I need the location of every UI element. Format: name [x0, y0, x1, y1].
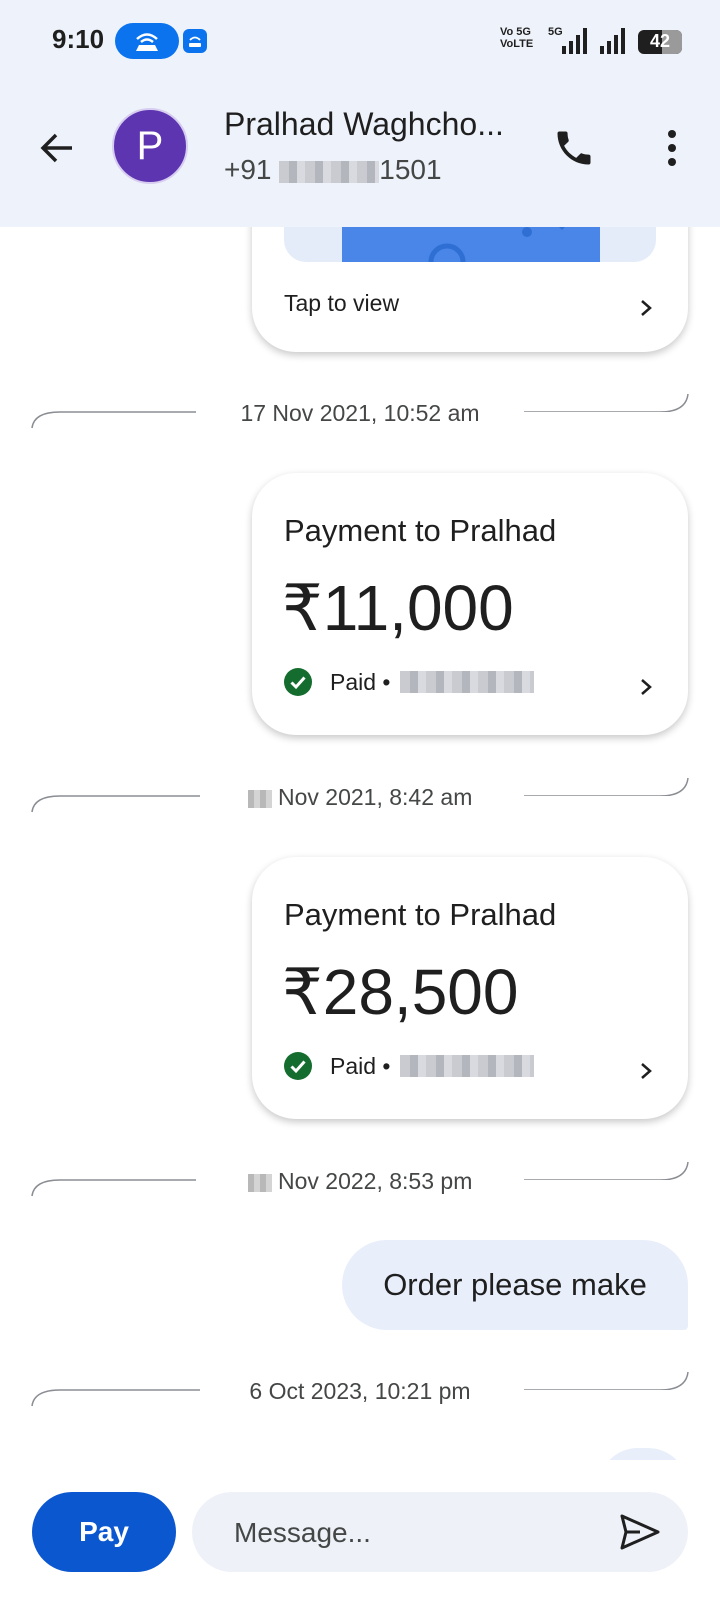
chevron-right-icon [641, 679, 652, 695]
more-vert-icon[interactable] [654, 126, 690, 170]
payment-title: Payment to Pralhad [284, 513, 557, 548]
phone-icon[interactable] [552, 126, 596, 170]
redacted-account [400, 671, 535, 693]
contact-phone: +91 1501 [224, 154, 442, 185]
message-bubble[interactable]: Order please make [342, 1240, 688, 1330]
hotspot-icon [115, 23, 179, 59]
redacted-day [247, 789, 272, 808]
network-type: Vo 5G VoLTE [500, 26, 534, 50]
contact-name[interactable]: Pralhad Waghcho... [224, 106, 504, 143]
battery-icon: 42 [638, 30, 682, 54]
redacted-account [400, 1055, 535, 1077]
date-separator: 6 Oct 2023, 10:21 pm [30, 1370, 690, 1410]
date-separator: Nov 2022, 8:53 pm [30, 1160, 690, 1200]
paid-label: Paid • [330, 668, 391, 695]
payment-card[interactable]: Payment to Pralhad ₹11,000 Paid • [252, 473, 688, 735]
payment-status: Paid • [284, 667, 535, 697]
redacted-day [247, 1173, 272, 1192]
router-icon [183, 29, 207, 53]
payment-title: Payment to Pralhad [284, 897, 557, 932]
paid-label: Paid • [330, 1052, 391, 1079]
check-circle-icon [284, 668, 312, 696]
check-circle-icon [284, 1052, 312, 1080]
date-separator: Nov 2021, 8:42 am [30, 776, 690, 816]
app-header: 9:10 Vo 5G VoLTE 5G 42 P Pralhad Waghcho… [0, 0, 720, 227]
payment-card[interactable]: Payment to Pralhad ₹28,500 Paid • [252, 857, 688, 1119]
network-5g: 5G [548, 26, 563, 38]
tap-to-view-label: Tap to view [284, 290, 400, 316]
payment-amount: ₹11,000 [282, 572, 514, 644]
date-separator: 17 Nov 2021, 10:52 am [30, 392, 690, 432]
chevron-right-icon [641, 1063, 652, 1079]
payment-status: Paid • [284, 1051, 535, 1081]
composer-bar: Pay [0, 1460, 720, 1604]
send-icon[interactable] [618, 1512, 662, 1552]
avatar[interactable]: P [112, 108, 188, 184]
redacted-phone [279, 160, 380, 183]
back-arrow-icon[interactable] [36, 126, 80, 170]
payment-amount: ₹28,500 [282, 956, 519, 1028]
signal-icon [600, 28, 625, 54]
pay-button[interactable]: Pay [32, 1492, 176, 1572]
message-field[interactable] [192, 1492, 688, 1574]
signal-icon [562, 28, 587, 54]
status-time: 9:10 [52, 24, 105, 54]
message-input[interactable] [232, 1492, 596, 1574]
chevron-right-icon [641, 300, 652, 316]
